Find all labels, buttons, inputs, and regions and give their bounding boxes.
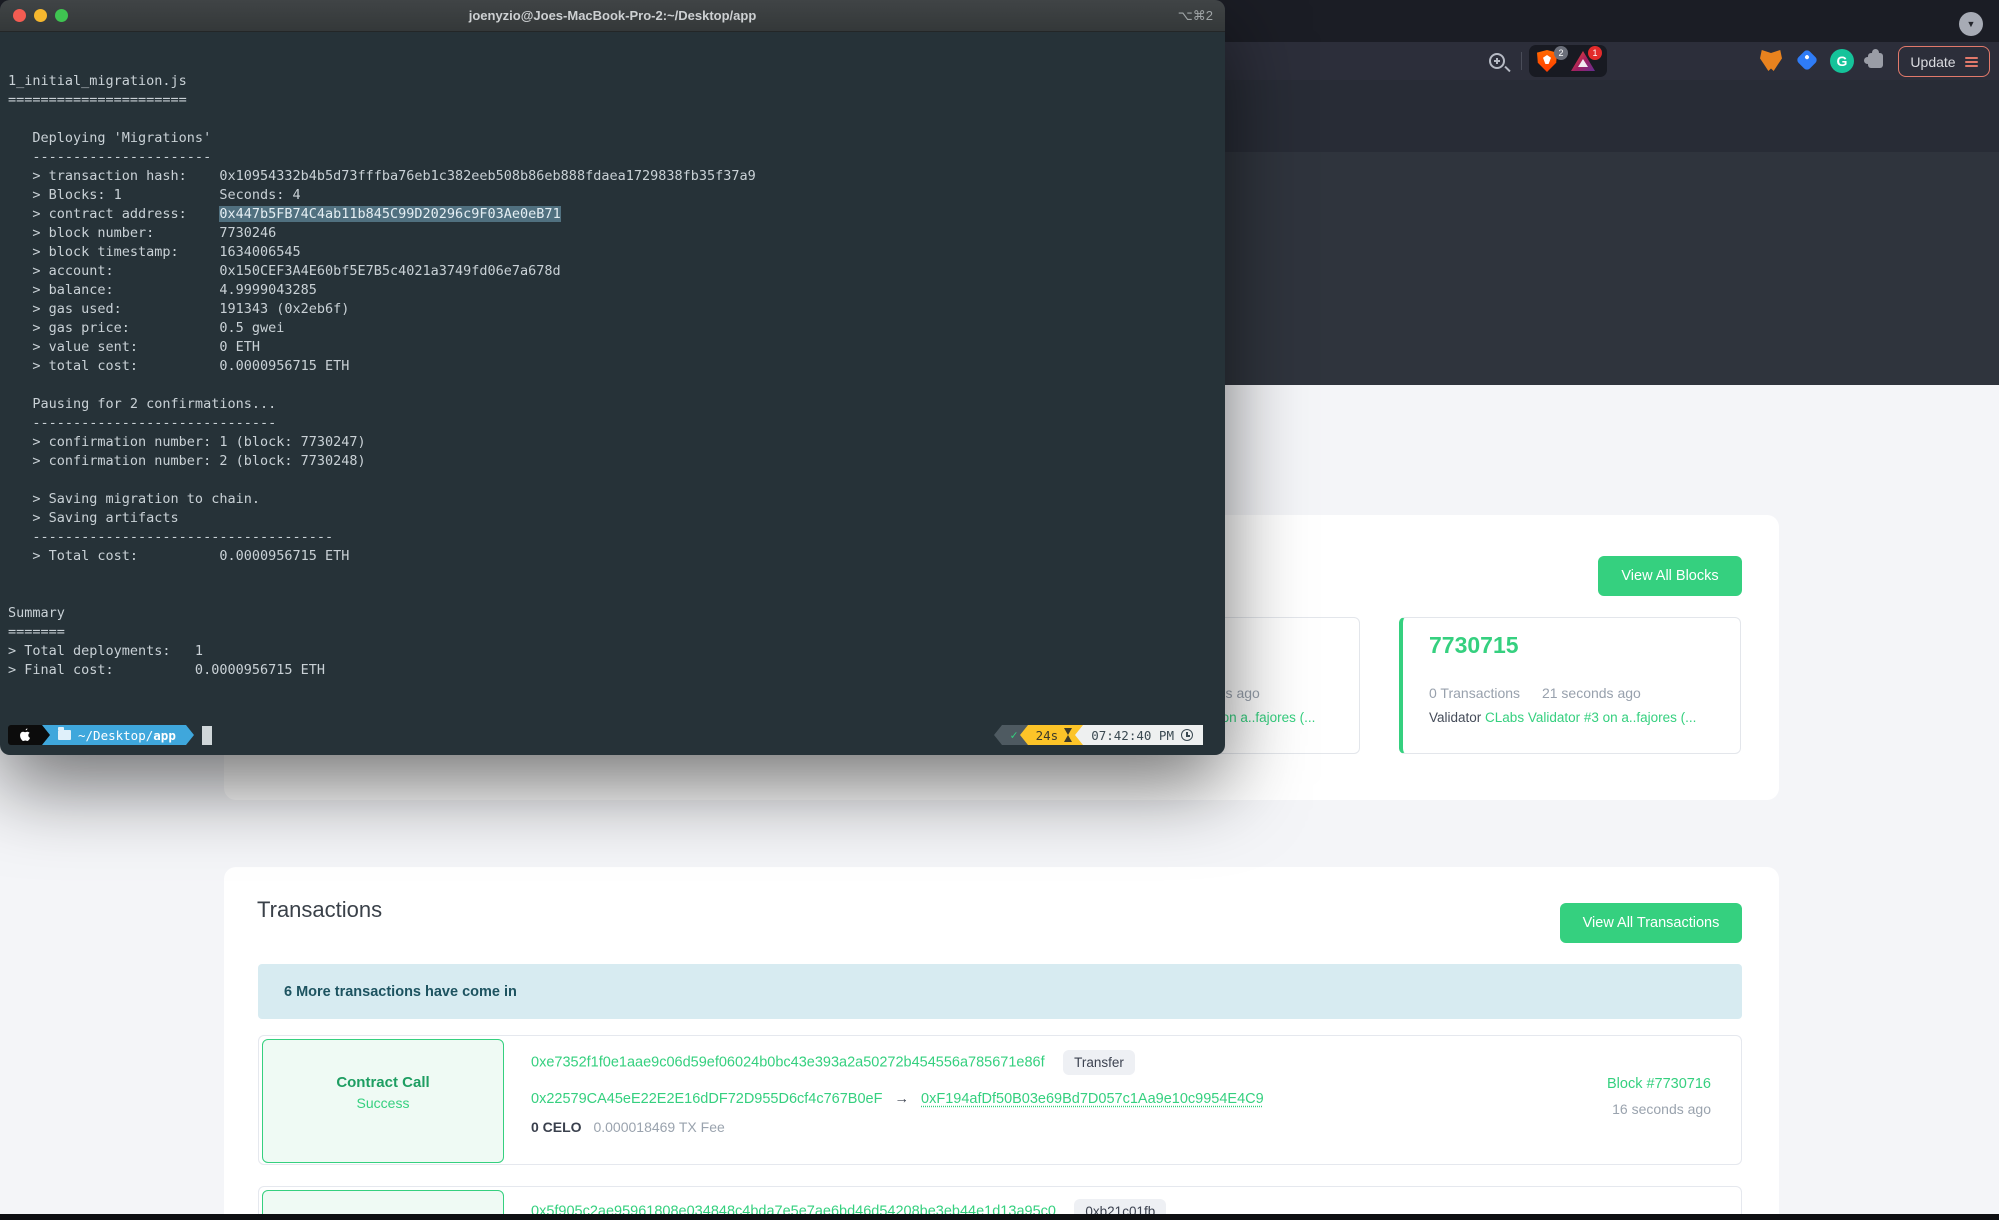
view-all-transactions-button[interactable]: View All Transactions <box>1560 903 1742 943</box>
tx-status-box: Contract Call Success <box>262 1039 504 1163</box>
terminal-title: joenyzio@Joes-MacBook-Pro-2:~/Desktop/ap… <box>0 8 1225 23</box>
terminal-prompt-line: ~/Desktop/app ✓ 24s 07:42:40 PM <box>8 725 1225 745</box>
transaction-row: Contract Call Success 0xe7352f1f0e1aae9c… <box>258 1035 1742 1165</box>
cwd-path: ~/Desktop/ <box>78 728 153 743</box>
tx-block-link[interactable]: Block #7730716 <box>1607 1076 1711 1092</box>
hourglass-icon <box>1064 728 1073 742</box>
validator-link[interactable]: CLabs Validator #3 on a..fajores (... <box>1485 710 1696 725</box>
metamask-icon[interactable] <box>1760 50 1782 71</box>
clock-icon <box>1181 729 1193 741</box>
terminal-output-pre: 1_initial_migration.js =================… <box>8 73 756 222</box>
grammarly-icon[interactable]: G <box>1830 49 1854 73</box>
apple-icon <box>19 728 31 742</box>
clock-segment: 07:42:40 PM <box>1083 725 1203 745</box>
transactions-heading: Transactions <box>257 897 382 923</box>
tx-status: Success <box>263 1095 503 1111</box>
cwd-dir: app <box>153 728 176 743</box>
terminal-output-post: > block number: 7730246 > block timestam… <box>8 225 561 678</box>
apple-logo-segment <box>8 725 42 745</box>
terminal-output: 1_initial_migration.js =================… <box>0 32 1225 755</box>
block-card-7730715[interactable]: 7730715 0 Transactions 21 seconds ago Va… <box>1399 617 1741 754</box>
tx-to-address-link[interactable]: 0xF194afDf50B03e69Bd7D057c1Aa9e10c9954E4… <box>921 1091 1264 1107</box>
time-value: 07:42:40 PM <box>1091 728 1174 743</box>
tx-age: 16 seconds ago <box>1607 1101 1711 1117</box>
duration-value: 24s <box>1036 728 1059 743</box>
new-transactions-banner[interactable]: 6 More transactions have come in <box>258 964 1742 1019</box>
browser-update-button[interactable]: Update <box>1898 46 1990 77</box>
bat-badge: 1 <box>1588 46 1602 60</box>
chevron-down-icon: ▼ <box>1967 19 1976 29</box>
tx-from-address-link[interactable]: 0x22579CA45eE22E2E16dDF72D955D6cf4c767B0… <box>531 1091 882 1107</box>
tx-value: 0 CELO <box>531 1119 582 1135</box>
banner-text: 6 More transactions have come in <box>284 984 517 1000</box>
screen: ▼ 2 1 G Update es ▾ 0x4 <box>0 0 1999 1220</box>
terminal-window: joenyzio@Joes-MacBook-Pro-2:~/Desktop/ap… <box>0 0 1225 755</box>
block-age: 21 seconds ago <box>1542 685 1641 701</box>
screen-bottom-edge <box>0 1214 1999 1220</box>
cwd-segment: ~/Desktop/app <box>42 725 186 745</box>
selected-contract-address: 0x447b5FB74C4ab11b845C99D20296c9F03Ae0eB… <box>219 206 560 222</box>
zoom-page-button[interactable] <box>1482 42 1512 80</box>
menu-icon <box>1965 55 1978 69</box>
magnifier-plus-icon <box>1489 53 1505 69</box>
tx-method-badge: Transfer <box>1063 1050 1135 1075</box>
tx-hash-link[interactable]: 0xe7352f1f0e1aae9c06d59ef06024b0bc43e393… <box>531 1055 1045 1071</box>
update-label: Update <box>1910 54 1955 70</box>
tag-extension-icon[interactable] <box>1796 49 1819 72</box>
tx-fee: 0.000018469 TX Fee <box>593 1119 724 1135</box>
tab-search-button[interactable]: ▼ <box>1959 12 1983 36</box>
validator-prefix: Validator <box>1429 710 1481 725</box>
view-all-blocks-button[interactable]: View All Blocks <box>1598 556 1742 596</box>
folder-icon <box>58 730 71 740</box>
block-number-link[interactable]: 7730715 <box>1429 632 1740 659</box>
terminal-shortcut-badge: ⌥⌘2 <box>1178 8 1213 24</box>
shield-badge: 2 <box>1554 46 1568 60</box>
tx-type: Contract Call <box>263 1074 503 1091</box>
transactions-card: Transactions View All Transactions 6 Mor… <box>224 867 1779 1220</box>
toolbar-divider <box>1520 42 1522 80</box>
extensions-puzzle-icon[interactable] <box>1868 53 1883 68</box>
terminal-titlebar[interactable]: joenyzio@Joes-MacBook-Pro-2:~/Desktop/ap… <box>0 0 1225 32</box>
terminal-cursor <box>202 726 212 745</box>
arrow-right-icon: → <box>895 1091 910 1107</box>
block-tx-count: 0 Transactions <box>1429 685 1520 701</box>
